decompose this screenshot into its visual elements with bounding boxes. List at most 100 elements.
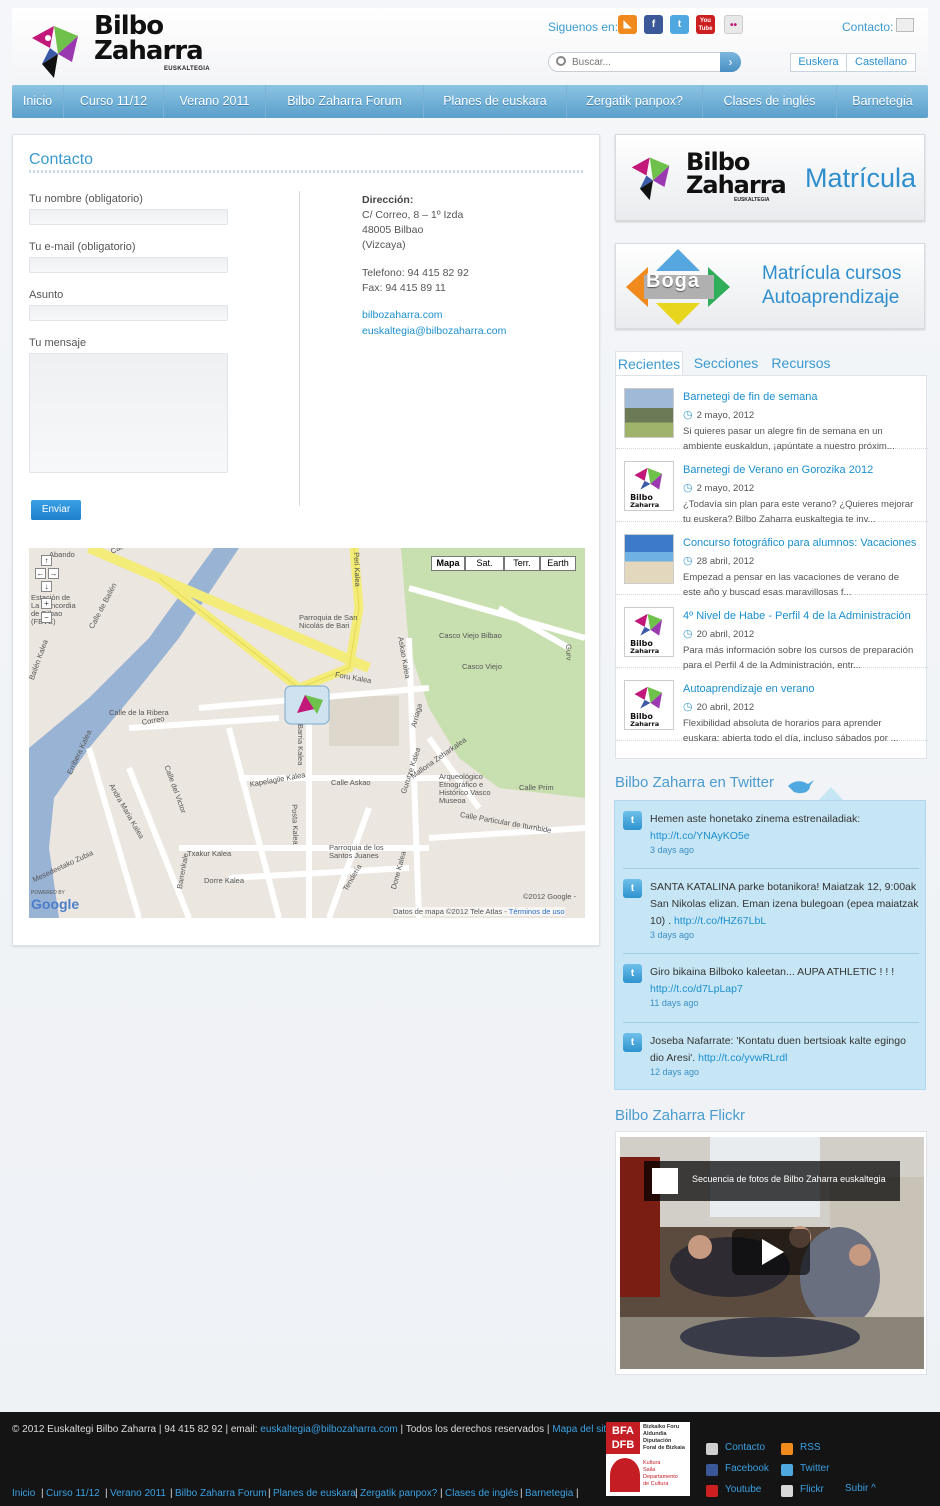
flickr-icon[interactable]: •• [724,15,743,34]
fax-number: Fax: 94 415 89 11 [362,282,446,294]
tweet-timestamp[interactable]: 3 days ago [650,930,694,940]
google-logo: Google [31,896,80,912]
tweet-link[interactable]: http://t.co/YNAyKO5e [650,830,750,842]
nav-item-barnetegia[interactable]: Barnetegia [837,85,928,118]
post-title-link[interactable]: 4º Nivel de Habe - Perfil 4 de la Admini… [683,610,911,622]
email-link[interactable]: euskaltegia@bilbozaharra.com [362,324,506,340]
flickr-section-title: Bilbo Zaharra Flickr [615,1107,746,1124]
bird-logo-icon: BilboZaharra [630,686,663,728]
website-link[interactable]: bilbozaharra.com [362,308,443,324]
post-thumbnail[interactable]: Bilbo Zaharra [624,461,674,511]
contact-link[interactable]: Contacto: [842,20,893,34]
map-marker[interactable] [284,685,330,725]
footer-nav-separator: | [520,1488,523,1499]
footer-nav-item[interactable]: Zergatik panpox? [360,1488,437,1499]
nav-item-zergatik[interactable]: Zergatik panpox? [567,85,703,118]
footer-link-youtube[interactable]: Youtube [725,1484,761,1495]
matricula-title: Matrícula [805,163,917,193]
map-zoom-in[interactable]: + [41,598,52,609]
twitter-icon: t [623,1033,642,1052]
flickr-widget[interactable]: Secuencia de fotos de Bilbo Zaharra eusk… [615,1131,927,1375]
footer-nav-item[interactable]: Curso 11/12 [46,1488,100,1499]
rss-icon[interactable]: ◣ [618,15,637,34]
tab-recursos[interactable]: Recursos [768,351,834,375]
banner-logo-subtitle: EUSKALTEGIA [734,197,770,203]
language-euskera[interactable]: Euskera [790,53,847,72]
recent-post-item: Bilbo Zaharra 4º Nivel de Habe - Perfil 4 … [616,595,928,671]
mail-icon[interactable] [896,18,914,32]
nav-item-planes[interactable]: Planes de euskara [424,85,567,118]
footer-link-rss[interactable]: RSS [800,1442,821,1453]
search-input[interactable] [572,55,712,69]
map-type-earth[interactable]: Earth [540,556,576,571]
post-date: 20 abril, 2012 [683,627,755,640]
footer-link-flickr[interactable]: Flickr [800,1484,824,1495]
post-title-link[interactable]: Autoaprendizaje en verano [683,683,814,695]
email-field[interactable] [29,257,228,273]
tweet-link[interactable]: http://t.co/d7LpLap7 [650,983,743,995]
post-thumbnail[interactable]: Bilbo Zaharra [624,607,674,657]
footer-nav-item[interactable]: Verano 2011 [110,1488,166,1499]
tweet-timestamp[interactable]: 3 days ago [650,845,694,855]
map-street-label: Parroquia de los Santos Juanes [329,843,384,860]
post-thumbnail[interactable] [624,534,674,584]
twitter-feed: t Hemen aste honetako zinema estrenailadi… [614,800,926,1090]
map-pan-right[interactable]: → [48,568,59,579]
map-type-terrain[interactable]: Terr. [504,556,540,571]
back-to-top-link[interactable]: Subir ^ [845,1483,876,1494]
tab-recientes[interactable]: Recientes [615,351,683,375]
map-zoom-out[interactable]: − [41,612,52,623]
matricula-banner[interactable]: Bilbo Zaharra EUSKALTEGIA Matrícula [615,134,925,221]
footer-nav-item[interactable]: Clases de inglés [445,1488,518,1499]
footer-link-contacto[interactable]: Contacto [725,1442,765,1453]
footer-sitemap-link[interactable]: Mapa del sitio [552,1424,614,1435]
footer-nav-item[interactable]: Barnetegia [525,1488,573,1499]
message-textarea[interactable] [29,353,228,473]
autoaprendizaje-text: Matrícula cursos Autoaprendizaje [762,263,902,308]
footer-nav-item[interactable]: Bilbo Zaharra Forum [175,1488,267,1499]
post-thumbnail[interactable]: Bilbo Zaharra [624,680,674,730]
name-field[interactable] [29,209,228,225]
site-logo[interactable]: Bilbo Zaharra EUSKALTEGIA [28,12,218,84]
map-pan-left[interactable]: ← [35,568,46,579]
boga-text: Boga [646,270,700,292]
send-button[interactable]: Enviar [31,500,81,520]
map-pan-down[interactable]: ↓ [41,581,52,592]
address-heading: Dirección: [362,194,414,206]
nav-item-forum[interactable]: Bilbo Zaharra Forum [266,85,424,118]
youtube-icon[interactable]: You Tube [696,15,715,34]
nav-item-verano[interactable]: Verano 2011 [164,85,266,118]
tweet-link[interactable]: http://t.co/fHZ67LbL [674,915,766,927]
footer-link-twitter[interactable]: Twitter [800,1463,829,1474]
language-castellano[interactable]: Castellano [846,53,916,72]
footer-nav-item[interactable]: Inicio [12,1488,35,1499]
map-type-satellite[interactable]: Sat. [465,556,504,571]
nav-item-curso[interactable]: Curso 11/12 [64,85,164,118]
google-map[interactable]: Calle NavarraAbandoEstación de La Concor… [29,548,585,918]
post-title-link[interactable]: Concurso fotográfico para alumnos: Vacac… [683,537,916,549]
map-type-map[interactable]: Mapa [431,556,465,571]
footer-nav-item[interactable]: Planes de euskara [273,1488,356,1499]
nav-item-inicio[interactable]: Inicio [12,85,64,118]
twitter-icon[interactable]: t [670,15,689,34]
play-button[interactable] [732,1229,810,1275]
post-title-link[interactable]: Barnetegi de fin de semana [683,391,818,403]
map-terms-link[interactable]: Términos de uso [509,907,565,916]
nav-item-ingles[interactable]: Clases de inglés [703,85,837,118]
autoaprendizaje-banner[interactable]: Boga Matrícula cursos Autoaprendizaje [615,243,925,329]
svg-text:Zaharra: Zaharra [630,501,659,509]
tweet-timestamp[interactable]: 12 days ago [650,1067,699,1077]
facebook-icon[interactable]: f [644,15,663,34]
tab-secciones[interactable]: Secciones [690,351,762,375]
subject-field[interactable] [29,305,228,321]
tweet-timestamp[interactable]: 11 days ago [650,998,698,1008]
footer-link-facebook[interactable]: Facebook [725,1463,769,1474]
footer-email-link[interactable]: euskaltegia@bilbozaharra.com [260,1424,397,1435]
map-street-label: Casco Viejo [462,662,502,671]
tweet-link[interactable]: http://t.co/yvwRLrdl [698,1052,787,1064]
post-title-link[interactable]: Barnetegi de Verano en Gorozika 2012 [683,464,873,476]
search-submit-button[interactable]: › [720,52,741,72]
facebook-icon [706,1464,718,1476]
post-thumbnail[interactable] [624,388,674,438]
map-pan-up[interactable]: ↑ [41,555,52,566]
